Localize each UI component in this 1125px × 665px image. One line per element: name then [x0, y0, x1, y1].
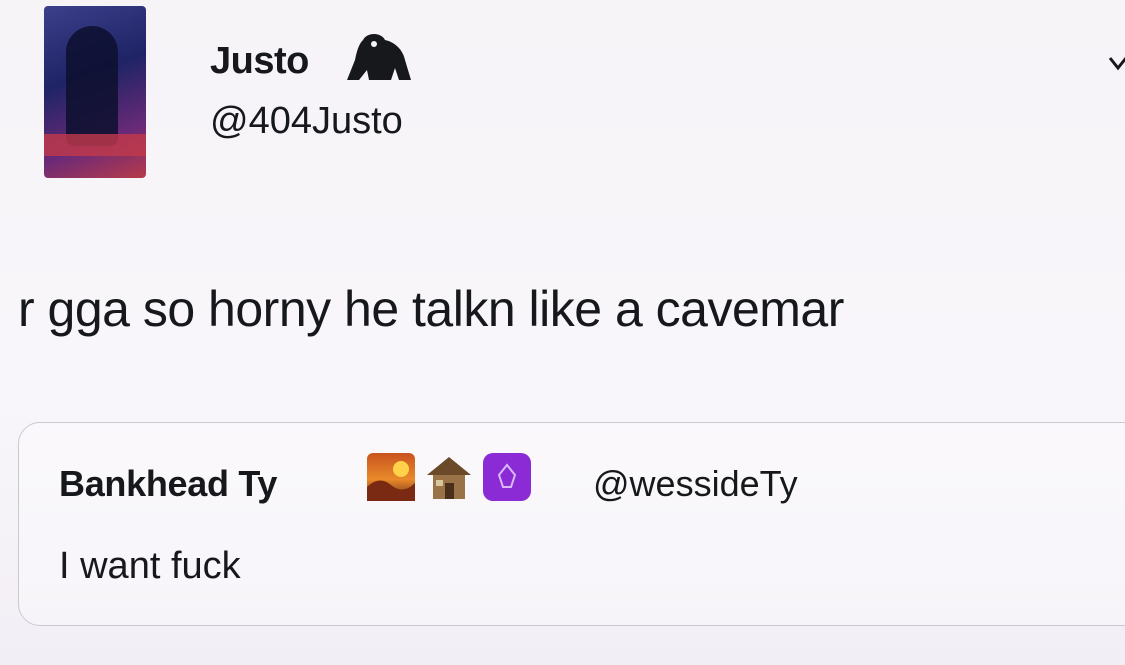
avatar-figure [66, 26, 118, 146]
user-handle[interactable]: @404Justo [210, 100, 403, 143]
house-icon [423, 453, 475, 501]
gorilla-icon [347, 34, 411, 80]
chevron-down-icon[interactable] [1108, 52, 1125, 76]
purple-square-icon [483, 453, 531, 501]
quote-display-name: Bankhead Ty [59, 463, 278, 504]
quote-user-handle: @wessideTy [593, 463, 798, 504]
avatar-stripe [44, 134, 146, 156]
sunset-icon [367, 453, 415, 501]
quote-emoji-row [367, 453, 531, 501]
quote-tweet-card[interactable]: Bankhead Ty @wessideTy I want fuck [18, 422, 1125, 626]
quote-tweet-text: I want fuck [59, 545, 241, 587]
tweet-text: r gga so horny he talkn like a cavemar [18, 281, 844, 337]
display-name[interactable]: Justo [210, 40, 309, 83]
avatar[interactable] [44, 6, 146, 178]
